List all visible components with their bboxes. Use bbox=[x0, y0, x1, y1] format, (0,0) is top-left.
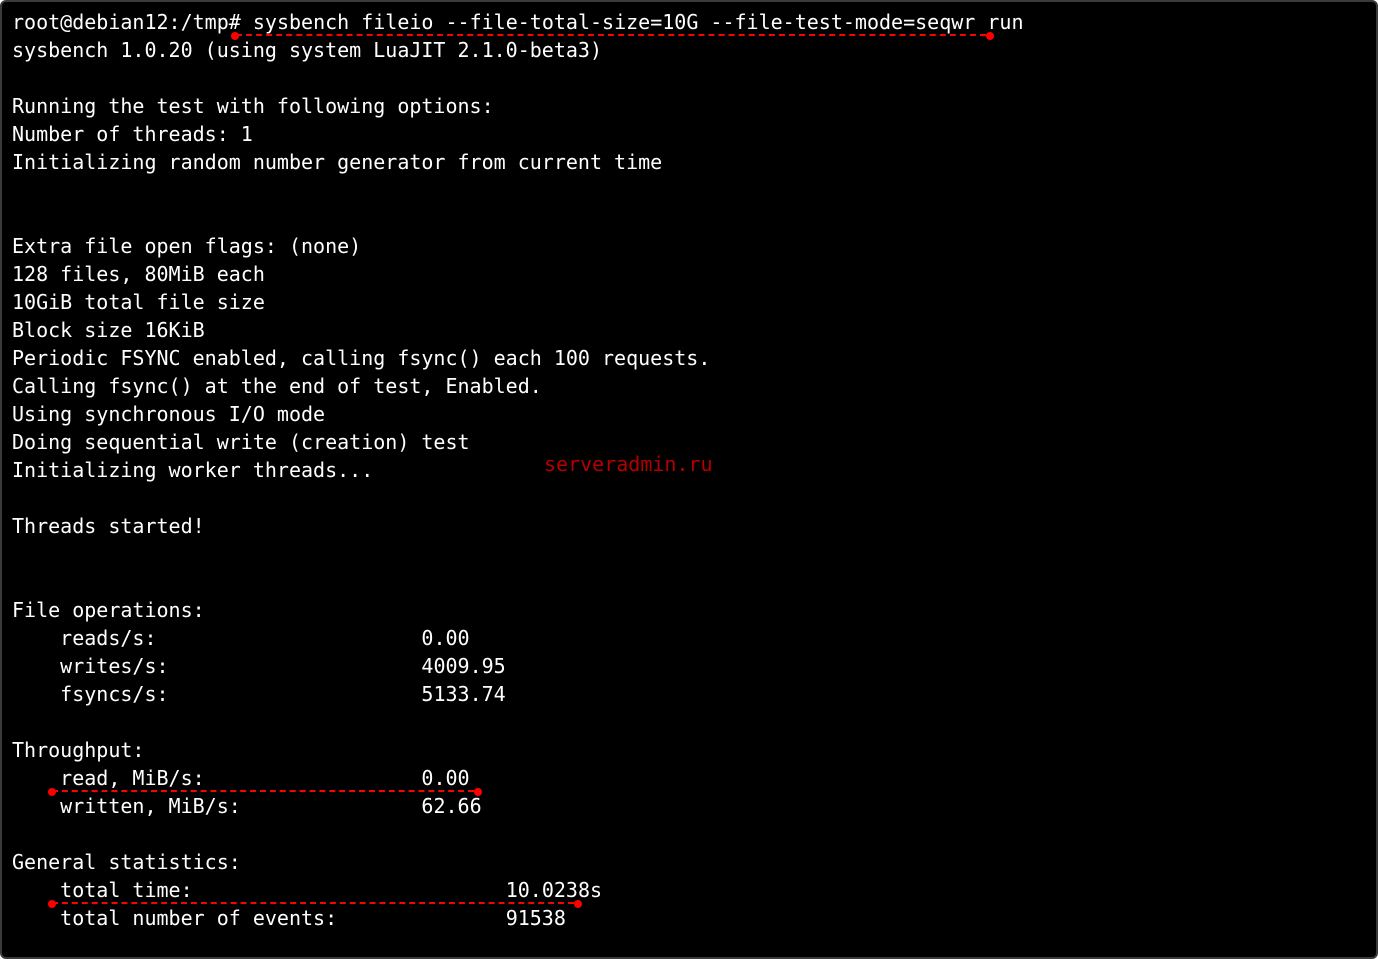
fsyncs-row: fsyncs/s: 5133.74 bbox=[12, 682, 506, 706]
annotation-underline-throughput bbox=[52, 790, 474, 792]
block-size: Block size 16KiB bbox=[12, 318, 205, 342]
written-throughput-row: written, MiB/s: 62.66 bbox=[12, 794, 482, 818]
prompt-cwd: /tmp bbox=[181, 10, 229, 34]
version-line: sysbench 1.0.20 (using system LuaJIT 2.1… bbox=[12, 38, 602, 62]
read-throughput-row: read, MiB/s: 0.00 bbox=[12, 766, 470, 790]
annotation-dot-icon bbox=[474, 788, 482, 796]
annotation-underline-command bbox=[236, 34, 986, 36]
file-ops-header: File operations: bbox=[12, 598, 205, 622]
gen-stats-header: General statistics: bbox=[12, 850, 241, 874]
rng-line: Initializing random number generator fro… bbox=[12, 150, 662, 174]
fsync-end: Calling fsync() at the end of test, Enab… bbox=[12, 374, 542, 398]
annotation-underline-events bbox=[52, 902, 574, 904]
prompt-symbol: # bbox=[229, 10, 241, 34]
files-line: 128 files, 80MiB each bbox=[12, 262, 265, 286]
threads-line: Number of threads: 1 bbox=[12, 122, 253, 146]
total-size: 10GiB total file size bbox=[12, 290, 265, 314]
running-header: Running the test with following options: bbox=[12, 94, 494, 118]
events-row: total number of events: 91538 bbox=[12, 906, 566, 930]
annotation-dot-icon bbox=[48, 788, 56, 796]
total-time-row: total time: 10.0238s bbox=[12, 878, 602, 902]
annotation-dot-icon bbox=[231, 32, 239, 40]
writes-row: writes/s: 4009.95 bbox=[12, 654, 506, 678]
annotation-dot-icon bbox=[48, 900, 56, 908]
terminal-window: root@debian12:/tmp# sysbench fileio --fi… bbox=[0, 0, 1378, 959]
command-text[interactable]: sysbench fileio --file-total-size=10G --… bbox=[253, 10, 1024, 34]
prompt-user-host: root@debian12 bbox=[12, 10, 169, 34]
threads-started: Threads started! bbox=[12, 514, 205, 538]
fsync-periodic: Periodic FSYNC enabled, calling fsync() … bbox=[12, 346, 710, 370]
watermark-text: serveradmin.ru bbox=[544, 452, 713, 476]
test-kind: Doing sequential write (creation) test bbox=[12, 430, 470, 454]
annotation-dot-icon bbox=[986, 32, 994, 40]
init-workers: Initializing worker threads... bbox=[12, 458, 373, 482]
extra-flags: Extra file open flags: (none) bbox=[12, 234, 361, 258]
annotation-dot-icon bbox=[574, 900, 582, 908]
throughput-header: Throughput: bbox=[12, 738, 144, 762]
reads-row: reads/s: 0.00 bbox=[12, 626, 470, 650]
io-mode: Using synchronous I/O mode bbox=[12, 402, 325, 426]
